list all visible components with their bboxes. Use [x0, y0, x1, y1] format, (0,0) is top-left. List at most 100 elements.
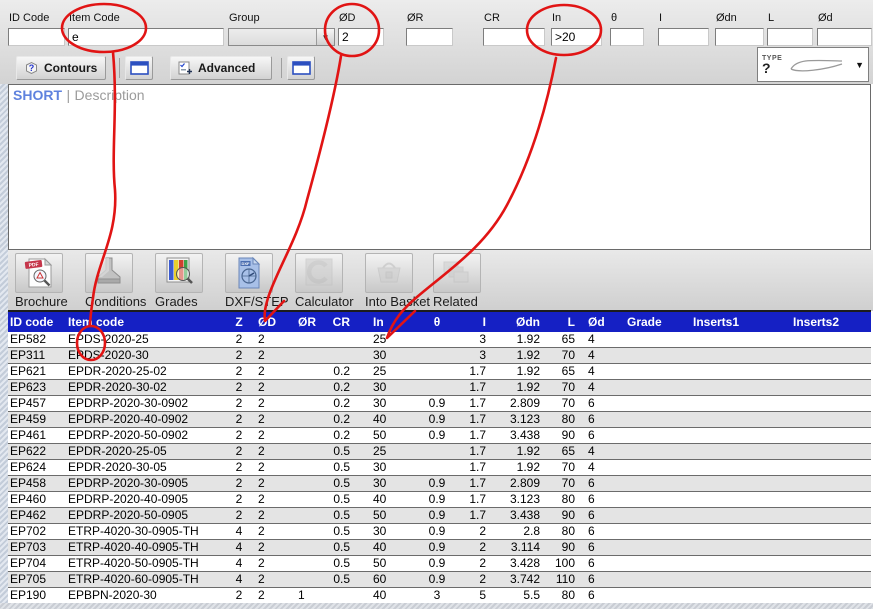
- window-left-edge: [0, 84, 8, 604]
- group-combobox[interactable]: ▼: [228, 28, 335, 46]
- cell-id: EP461: [8, 427, 66, 444]
- table-row-EP623[interactable]: EP623 EPDR-2020-30-02 2 2 0.2 30 1.7 1.92 70 4: [8, 379, 871, 396]
- theta-input[interactable]: [610, 28, 644, 46]
- advanced-window-button[interactable]: [287, 56, 315, 80]
- cell-theta: [420, 332, 454, 348]
- cell-cr: 0.5: [326, 443, 352, 460]
- l-input[interactable]: [767, 28, 813, 46]
- cell-odn: 1.92: [488, 379, 542, 396]
- table-row-EP702[interactable]: EP702 ETRP-4020-30-0905-TH 4 2 0.5 30 0.9 2 2.8 8…: [8, 523, 871, 540]
- column-header-in[interactable]: In: [352, 312, 420, 332]
- cell-id: EP190: [8, 587, 66, 604]
- cell-ins2: [790, 523, 871, 540]
- table-row-EP458[interactable]: EP458 EPDRP-2020-30-0905 2 2 0.5 30 0.9 1.7 2.80…: [8, 475, 871, 492]
- od-input[interactable]: [338, 28, 384, 46]
- cell-id: EP621: [8, 363, 66, 380]
- table-row-EP190[interactable]: EP190 EPBPN-2020-30 2 2 1 40 3 5 5.5 80 6: [8, 587, 871, 604]
- cell-grade: [612, 363, 690, 380]
- table-row-EP311[interactable]: EP311 EPDS-2020-30 2 2 30 3 1.92 70 4: [8, 347, 871, 364]
- column-header-grade[interactable]: Grade: [612, 312, 690, 332]
- table-row-EP624[interactable]: EP624 EPDR-2020-30-05 2 2 0.5 30 1.7 1.92 70 4: [8, 459, 871, 476]
- column-header-odn[interactable]: Ødn: [488, 312, 542, 332]
- group-dropdown-arrow-icon[interactable]: ▼: [316, 29, 334, 45]
- column-header-od2[interactable]: Ød: [577, 312, 612, 332]
- item-code-input[interactable]: [68, 28, 224, 46]
- cell-grade: [612, 459, 690, 476]
- column-header-or[interactable]: ØR: [290, 312, 326, 332]
- table-row-EP621[interactable]: EP621 EPDR-2020-25-02 2 2 0.2 25 1.7 1.92 65 4: [8, 363, 871, 380]
- brochure-button[interactable]: PDF: [15, 253, 63, 293]
- cell-in: 40: [352, 491, 420, 508]
- related-button[interactable]: [433, 253, 481, 293]
- column-header-i[interactable]: I: [454, 312, 488, 332]
- column-header-item[interactable]: Item code: [66, 312, 226, 332]
- type-combobox[interactable]: TYPE ? ▼: [757, 47, 869, 82]
- table-row-EP622[interactable]: EP622 EPDR-2020-25-05 2 2 0.5 25 1.7 1.92 65 4: [8, 443, 871, 460]
- table-row-EP582[interactable]: EP582 EPDS-2020-25 2 2 25 3 1.92 65 4: [8, 332, 871, 348]
- table-row-EP462[interactable]: EP462 EPDRP-2020-50-0905 2 2 0.5 50 0.9 1.7 3.43…: [8, 507, 871, 524]
- id-code-input[interactable]: [8, 28, 65, 46]
- cell-theta: 0.9: [420, 571, 454, 588]
- cell-item: EPDRP-2020-50-0905: [66, 507, 226, 524]
- cell-ins2: [790, 332, 871, 348]
- column-header-ins2[interactable]: Inserts2: [790, 312, 871, 332]
- table-row-EP705[interactable]: EP705 ETRP-4020-60-0905-TH 4 2 0.5 60 0.9 2 3.74…: [8, 571, 871, 588]
- cell-item: EPDR-2020-30-05: [66, 459, 226, 476]
- cell-od: 2: [252, 459, 290, 476]
- cell-od: 2: [252, 379, 290, 396]
- cell-grade: [612, 427, 690, 444]
- brochure-button-label: Brochure: [15, 294, 68, 309]
- grades-button[interactable]: [155, 253, 203, 293]
- cell-or: [290, 539, 326, 556]
- table-row-EP703[interactable]: EP703 ETRP-4020-40-0905-TH 4 2 0.5 40 0.9 2 3.11…: [8, 539, 871, 556]
- cell-l: 80: [542, 411, 577, 428]
- item-code-label: Item Code: [69, 12, 120, 24]
- contours-window-button[interactable]: [125, 56, 153, 80]
- cell-grade: [612, 475, 690, 492]
- column-header-l[interactable]: L: [542, 312, 577, 332]
- cell-ins1: [690, 475, 790, 492]
- column-header-od[interactable]: ØD: [252, 312, 290, 332]
- cell-od2: 6: [577, 539, 612, 556]
- view-mode-short-link[interactable]: SHORT: [13, 87, 62, 103]
- cell-od: 2: [252, 443, 290, 460]
- cell-odn: 2.8: [488, 523, 542, 540]
- cell-theta: [420, 459, 454, 476]
- cube-question-icon: ?: [26, 61, 37, 75]
- column-header-cr[interactable]: CR: [326, 312, 352, 332]
- table-row-EP461[interactable]: EP461 EPDRP-2020-50-0902 2 2 0.2 50 0.9 1.7 3.43…: [8, 427, 871, 444]
- column-header-theta[interactable]: θ: [420, 312, 454, 332]
- filter-panel: ID Code Item Code Group ▼ ØD ØR CR In θ …: [0, 0, 873, 84]
- table-row-EP704[interactable]: EP704 ETRP-4020-50-0905-TH 4 2 0.5 50 0.9 2 3.42…: [8, 555, 871, 572]
- i-input[interactable]: [658, 28, 709, 46]
- into-basket-button[interactable]: [365, 253, 413, 293]
- cell-in: 30: [352, 475, 420, 492]
- or-input[interactable]: [406, 28, 453, 46]
- cell-grade: [612, 395, 690, 412]
- contours-button[interactable]: ? Contours: [16, 56, 106, 80]
- column-header-z[interactable]: Z: [226, 312, 252, 332]
- table-row-EP460[interactable]: EP460 EPDRP-2020-40-0905 2 2 0.5 40 0.9 1.7 3.12…: [8, 491, 871, 508]
- conditions-button[interactable]: [85, 253, 133, 293]
- cell-cr: 0.5: [326, 507, 352, 524]
- cell-ins2: [790, 507, 871, 524]
- cell-in: 30: [352, 459, 420, 476]
- cell-l: 100: [542, 555, 577, 572]
- column-header-id[interactable]: ID code: [8, 312, 66, 332]
- table-row-EP459[interactable]: EP459 EPDRP-2020-40-0902 2 2 0.2 40 0.9 1.7 3.12…: [8, 411, 871, 428]
- dxf-step-button[interactable]: DXF: [225, 253, 273, 293]
- advanced-button[interactable]: Advanced: [170, 56, 272, 80]
- view-mode-divider: |: [66, 87, 71, 103]
- cr-input[interactable]: [483, 28, 545, 46]
- odn-input[interactable]: [715, 28, 764, 46]
- calculator-button[interactable]: [295, 253, 343, 293]
- column-header-ins1[interactable]: Inserts1: [690, 312, 790, 332]
- od-small-input[interactable]: [817, 28, 872, 46]
- table-row-EP457[interactable]: EP457 EPDRP-2020-30-0902 2 2 0.2 30 0.9 1.7 2.80…: [8, 395, 871, 412]
- cell-item: ETRP-4020-50-0905-TH: [66, 555, 226, 572]
- in-input[interactable]: [551, 28, 602, 46]
- cell-grade: [612, 411, 690, 428]
- cell-i: 1.7: [454, 411, 488, 428]
- odn-label: Ødn: [716, 12, 737, 24]
- type-dropdown-arrow-icon[interactable]: ▼: [855, 60, 864, 70]
